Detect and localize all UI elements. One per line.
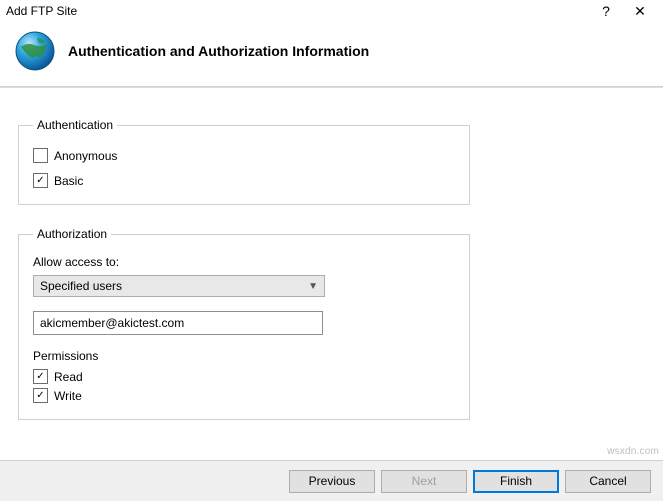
anonymous-checkbox-row[interactable]: Anonymous bbox=[33, 148, 455, 163]
allow-access-value: Specified users bbox=[40, 279, 122, 293]
chevron-down-icon: ▼ bbox=[308, 281, 318, 292]
globe-icon bbox=[14, 30, 56, 72]
watermark-text: wsxdn.com bbox=[607, 446, 659, 457]
allow-access-label: Allow access to: bbox=[33, 255, 455, 269]
cancel-button[interactable]: Cancel bbox=[565, 470, 651, 493]
basic-checkbox-row[interactable]: ✓ Basic bbox=[33, 173, 455, 188]
window-title: Add FTP Site bbox=[6, 4, 589, 18]
permissions-label: Permissions bbox=[33, 349, 455, 363]
anonymous-label: Anonymous bbox=[54, 149, 117, 163]
read-checkbox[interactable]: ✓ bbox=[33, 369, 48, 384]
help-button[interactable]: ? bbox=[589, 4, 623, 18]
titlebar: Add FTP Site ? ✕ bbox=[0, 0, 663, 24]
basic-checkbox[interactable]: ✓ bbox=[33, 173, 48, 188]
user-input[interactable] bbox=[33, 311, 323, 335]
next-button: Next bbox=[381, 470, 467, 493]
write-checkbox-row[interactable]: ✓ Write bbox=[33, 388, 455, 403]
content-area: Authentication Anonymous ✓ Basic Authori… bbox=[0, 88, 663, 452]
close-button[interactable]: ✕ bbox=[623, 4, 657, 18]
authentication-group: Authentication Anonymous ✓ Basic bbox=[18, 118, 470, 205]
authentication-legend: Authentication bbox=[33, 118, 117, 132]
wizard-header: Authentication and Authorization Informa… bbox=[0, 24, 663, 86]
read-checkbox-row[interactable]: ✓ Read bbox=[33, 369, 455, 384]
write-label: Write bbox=[54, 389, 82, 403]
allow-access-select[interactable]: Specified users ▼ bbox=[33, 275, 325, 297]
anonymous-checkbox[interactable] bbox=[33, 148, 48, 163]
wizard-footer: Previous Next Finish Cancel bbox=[0, 460, 663, 501]
previous-button[interactable]: Previous bbox=[289, 470, 375, 493]
basic-label: Basic bbox=[54, 174, 83, 188]
authorization-legend: Authorization bbox=[33, 227, 111, 241]
authorization-group: Authorization Allow access to: Specified… bbox=[18, 227, 470, 420]
write-checkbox[interactable]: ✓ bbox=[33, 388, 48, 403]
read-label: Read bbox=[54, 370, 83, 384]
page-title: Authentication and Authorization Informa… bbox=[68, 43, 369, 59]
finish-button[interactable]: Finish bbox=[473, 470, 559, 493]
